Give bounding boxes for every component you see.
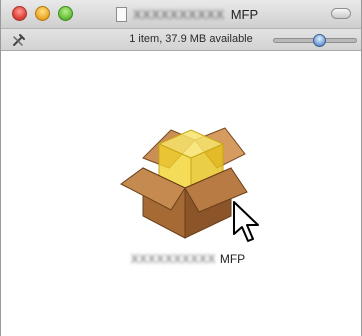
slider-thumb[interactable] <box>313 34 327 47</box>
mouse-cursor-icon <box>233 201 259 242</box>
status-bar: 1 item, 37.9 MB available <box>1 29 361 51</box>
window-title: XXXXXXXXXX MFP <box>116 5 258 23</box>
window-title-suffix: MFP <box>230 6 259 22</box>
toolbar-toggle-button[interactable] <box>331 8 351 19</box>
window-content: XXXXXXXXXX MFP <box>1 52 361 336</box>
volume-icon <box>116 6 127 22</box>
item-name-suffix: MFP <box>219 252 246 266</box>
zoom-button[interactable] <box>58 6 73 21</box>
icon-size-slider[interactable] <box>273 34 357 47</box>
window-title-blurred: XXXXXXXXXX <box>133 6 225 22</box>
item-label[interactable]: XXXXXXXXXX MFP <box>113 252 263 266</box>
item-name-blurred: XXXXXXXXXX <box>130 252 216 266</box>
close-button[interactable] <box>12 6 27 21</box>
title-bar[interactable]: XXXXXXXXXX MFP <box>1 0 361 29</box>
minimize-button[interactable] <box>35 6 50 21</box>
finder-window: XXXXXXXXXX MFP 1 item, 37.9 MB available <box>0 0 362 336</box>
